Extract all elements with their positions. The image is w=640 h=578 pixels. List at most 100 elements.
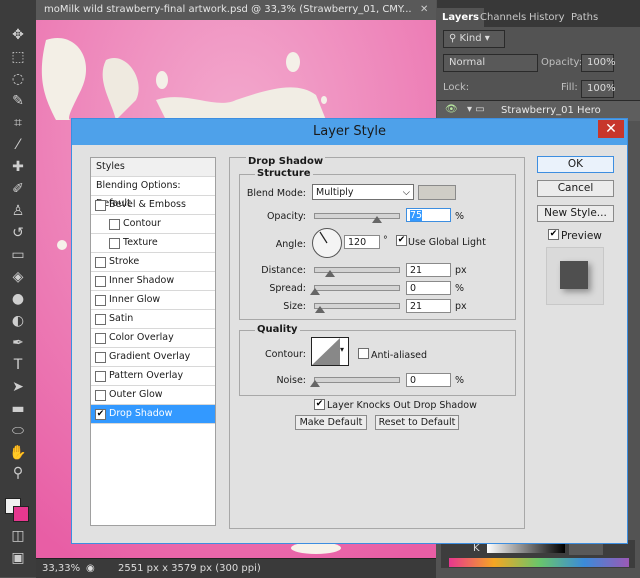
spread-slider-knob[interactable] — [310, 288, 320, 295]
move-tool-icon[interactable]: ✥ — [7, 26, 29, 44]
use-global-light-checkbox[interactable]: ✔ — [396, 235, 407, 246]
type-tool-icon[interactable]: T — [7, 356, 29, 374]
shape-tool-icon[interactable]: ▬ — [7, 400, 29, 418]
layer-fill-field[interactable]: 100% — [581, 80, 616, 98]
style-item-inner-glow[interactable]: Inner Glow — [91, 291, 215, 310]
style-item-inner-shadow[interactable]: Inner Shadow — [91, 272, 215, 291]
style-item-outer-glow[interactable]: Outer Glow — [91, 386, 215, 405]
dialog-title: Layer Style — [72, 119, 627, 145]
styles-header[interactable]: Styles — [91, 158, 215, 177]
blending-options-item[interactable]: Blending Options: Default — [91, 177, 215, 209]
pen-tool-icon[interactable]: ✒ — [7, 334, 29, 352]
spread-field[interactable]: 0 — [406, 281, 451, 295]
angle-field[interactable]: 120 — [344, 235, 380, 249]
style-item-checkbox[interactable] — [109, 219, 120, 230]
close-icon[interactable]: ✕ — [598, 120, 624, 138]
document-tab[interactable]: moMilk wild strawberry-final artwork.psd… — [36, 0, 436, 21]
kind-label: Kind — [459, 33, 482, 44]
ellipse-tool-icon[interactable]: ⬭ — [7, 422, 29, 440]
shadow-color-swatch[interactable] — [418, 185, 456, 200]
style-item-checkbox[interactable] — [95, 390, 106, 401]
style-item-color-overlay[interactable]: Color Overlay — [91, 329, 215, 348]
clone-stamp-tool-icon[interactable]: ♙ — [7, 202, 29, 220]
status-icon[interactable]: ◉ — [86, 563, 95, 574]
style-item-satin[interactable]: Satin — [91, 310, 215, 329]
close-document-icon[interactable]: ✕ — [420, 4, 428, 15]
history-brush-tool-icon[interactable]: ↺ — [7, 224, 29, 242]
style-item-checkbox[interactable] — [95, 257, 106, 268]
zoom-tool-icon[interactable]: ⚲ — [7, 464, 29, 482]
knocks-out-checkbox[interactable]: ✔ — [314, 399, 325, 410]
style-item-checkbox[interactable] — [95, 352, 106, 363]
tab-channels[interactable]: Channels — [475, 8, 531, 27]
blend-mode-select[interactable]: Normal — [443, 54, 538, 72]
distance-slider-knob[interactable] — [325, 270, 335, 277]
k-slider[interactable] — [487, 544, 565, 553]
spread-slider[interactable] — [314, 285, 400, 291]
style-item-contour[interactable]: Contour — [91, 215, 215, 234]
style-item-checkbox[interactable] — [95, 295, 106, 306]
opacity-label: Opacity: — [541, 57, 583, 68]
style-item-checkbox[interactable] — [95, 371, 106, 382]
quick-mask-icon[interactable]: ◫ — [7, 527, 29, 545]
quick-select-tool-icon[interactable]: ✎ — [7, 92, 29, 110]
dodge-tool-icon[interactable]: ◐ — [7, 312, 29, 330]
eraser-tool-icon[interactable]: ▭ — [7, 246, 29, 264]
marquee-tool-icon[interactable]: ⬚ — [7, 48, 29, 66]
paint-bucket-tool-icon[interactable]: ◈ — [7, 268, 29, 286]
background-color-swatch[interactable] — [13, 506, 29, 522]
style-item-checkbox[interactable] — [95, 276, 106, 287]
noise-slider[interactable] — [314, 377, 400, 383]
style-item-checkbox[interactable] — [95, 333, 106, 344]
tab-paths[interactable]: Paths — [566, 8, 603, 27]
anti-aliased-checkbox[interactable] — [358, 348, 369, 359]
ok-button[interactable]: OK — [537, 156, 614, 173]
blur-tool-icon[interactable]: ● — [7, 290, 29, 308]
crop-tool-icon[interactable]: ⌗ — [7, 114, 29, 132]
size-slider[interactable] — [314, 303, 400, 309]
opacity-field[interactable]: 75 — [406, 208, 451, 222]
style-item-checkbox[interactable] — [95, 314, 106, 325]
style-item-stroke[interactable]: Stroke — [91, 253, 215, 272]
style-item-texture[interactable]: Texture — [91, 234, 215, 253]
layer-filter-select[interactable]: ⚲ Kind ▾ — [443, 30, 505, 48]
style-item-checkbox[interactable]: ✔ — [95, 409, 106, 420]
opacity-unit: % — [455, 211, 465, 222]
k-value-field[interactable] — [569, 543, 603, 555]
style-item-checkbox[interactable] — [95, 200, 106, 211]
make-default-button[interactable]: Make Default — [295, 415, 367, 430]
chevron-down-icon[interactable]: ▾ — [340, 345, 344, 354]
lasso-tool-icon[interactable]: ◌ — [7, 70, 29, 88]
zoom-level[interactable]: 33,33% — [42, 563, 80, 574]
noise-field[interactable]: 0 — [406, 373, 451, 387]
distance-label: Distance: — [261, 265, 306, 276]
healing-tool-icon[interactable]: ✚ — [7, 158, 29, 176]
size-field[interactable]: 21 — [406, 299, 451, 313]
layer-opacity-field[interactable]: 100% — [581, 54, 616, 72]
preview-checkbox[interactable]: ✔ — [548, 229, 559, 240]
opacity-slider-knob[interactable] — [372, 216, 382, 223]
hand-tool-icon[interactable]: ✋ — [7, 444, 29, 462]
eyedropper-tool-icon[interactable]: ⁄ — [7, 136, 29, 154]
style-item-checkbox[interactable] — [109, 238, 120, 249]
contour-picker[interactable]: ▾ — [311, 337, 349, 366]
tab-history[interactable]: History — [524, 8, 570, 27]
size-slider-knob[interactable] — [315, 306, 325, 313]
reset-to-default-button[interactable]: Reset to Default — [375, 415, 459, 430]
angle-dial[interactable] — [312, 228, 342, 258]
distance-field[interactable]: 21 — [406, 263, 451, 277]
opacity-slider[interactable] — [314, 213, 400, 219]
cancel-button[interactable]: Cancel — [537, 180, 614, 197]
brush-tool-icon[interactable]: ✐ — [7, 180, 29, 198]
blend-mode-dropdown[interactable]: Multiply ⌵ — [312, 184, 414, 200]
noise-slider-knob[interactable] — [310, 380, 320, 387]
style-item-drop-shadow[interactable]: ✔ Drop Shadow — [91, 405, 215, 424]
path-select-tool-icon[interactable]: ➤ — [7, 378, 29, 396]
screen-mode-icon[interactable]: ▣ — [7, 549, 29, 567]
visibility-eye-icon[interactable]: 👁 — [445, 104, 458, 115]
color-ramp[interactable] — [449, 558, 629, 567]
style-item-bevel-emboss[interactable]: Bevel & Emboss — [91, 196, 215, 215]
style-item-gradient-overlay[interactable]: Gradient Overlay — [91, 348, 215, 367]
style-item-pattern-overlay[interactable]: Pattern Overlay — [91, 367, 215, 386]
new-style-button[interactable]: New Style... — [537, 205, 614, 222]
